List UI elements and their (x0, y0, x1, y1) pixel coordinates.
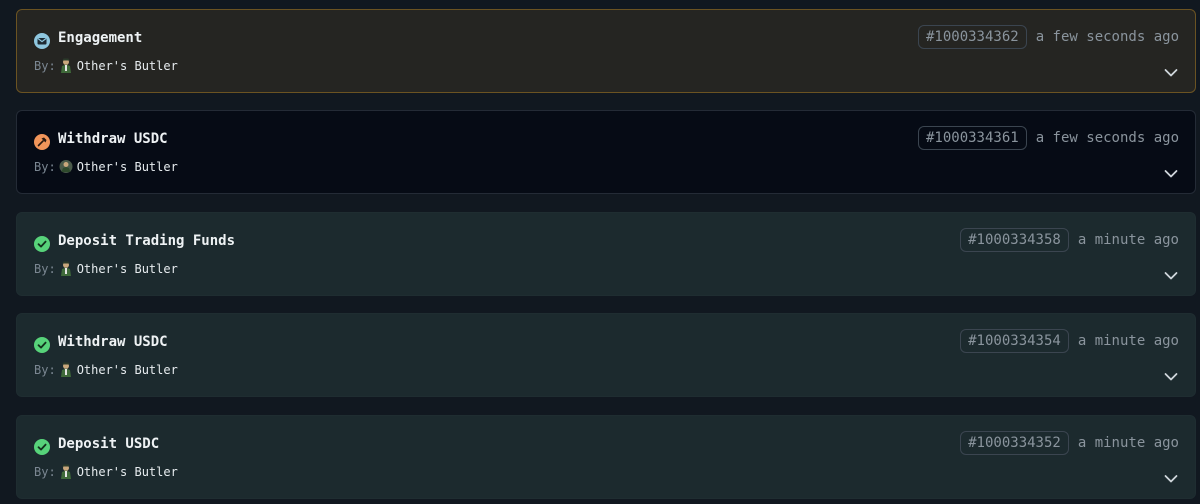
transaction-meta: #1000334352 a minute ago (960, 431, 1179, 455)
by-label: By: (34, 261, 56, 276)
transaction-id-badge[interactable]: #1000334354 (960, 329, 1069, 353)
transaction-id-badge[interactable]: #1000334361 (917, 126, 1027, 150)
transaction-title: Deposit Trading Funds (58, 233, 236, 249)
author-name[interactable]: Other's Butler (77, 262, 178, 276)
transaction-meta: #1000334354 a minute ago (960, 329, 1179, 353)
by-label: By: (34, 362, 56, 377)
by-label: By: (34, 159, 56, 174)
transaction-time: a minute ago (1077, 435, 1179, 451)
author-row: By: Other's Butler (34, 159, 178, 174)
transaction-meta: #1000334361 a few seconds ago (917, 126, 1179, 150)
transaction-title: Deposit USDC (58, 436, 160, 452)
chevron-down-icon[interactable] (1164, 469, 1178, 483)
transaction-list: Engagement By: Other's Butler #100033436… (0, 0, 1200, 504)
author-name[interactable]: Other's Butler (77, 363, 178, 377)
transaction-meta: #1000334358 a minute ago (960, 228, 1179, 252)
transaction-title: Withdraw USDC (58, 131, 168, 147)
author-name[interactable]: Other's Butler (77, 465, 178, 479)
chevron-down-icon[interactable] (1164, 266, 1178, 280)
butler-avatar-icon (59, 58, 73, 73)
transaction-card[interactable]: Engagement By: Other's Butler #100033436… (16, 9, 1196, 93)
author-name[interactable]: Other's Butler (77, 160, 178, 174)
butler-avatar-icon (59, 464, 73, 479)
transaction-time: a few seconds ago (1035, 29, 1179, 45)
author-row: By: Other's Butler (34, 58, 178, 73)
envelope-icon (34, 33, 50, 49)
transaction-meta: #1000334362 a few seconds ago (917, 25, 1179, 49)
chevron-down-icon[interactable] (1164, 367, 1178, 381)
transaction-time: a minute ago (1077, 333, 1179, 349)
by-label: By: (34, 58, 56, 73)
author-row: By: Other's Butler (34, 261, 178, 276)
transaction-card[interactable]: Withdraw USDC By: Other's Butler #100033… (16, 313, 1196, 397)
transaction-time: a minute ago (1077, 232, 1179, 248)
chevron-down-icon[interactable] (1164, 164, 1178, 178)
transaction-title: Engagement (58, 30, 143, 46)
transaction-card[interactable]: Withdraw USDC By: Other's Butler #100033… (16, 110, 1196, 194)
transaction-time: a few seconds ago (1035, 130, 1179, 146)
author-name[interactable]: Other's Butler (77, 59, 178, 73)
by-label: By: (34, 464, 56, 479)
transaction-card[interactable]: Deposit USDC By: Other's Butler #1000334… (16, 415, 1196, 499)
check-circle-icon (34, 439, 50, 455)
check-circle-icon (34, 337, 50, 353)
chevron-down-icon[interactable] (1164, 63, 1178, 77)
butler-avatar-icon (59, 261, 73, 276)
hammer-icon (34, 134, 50, 150)
transaction-id-badge[interactable]: #1000334352 (960, 431, 1069, 455)
transaction-id-badge[interactable]: #1000334358 (960, 228, 1069, 252)
butler-avatar-icon (59, 362, 73, 377)
transaction-card[interactable]: Deposit Trading Funds By: Other's Butler… (16, 212, 1196, 296)
transaction-title: Withdraw USDC (58, 334, 168, 350)
author-row: By: Other's Butler (34, 362, 178, 377)
check-circle-icon (34, 236, 50, 252)
butler-avatar-icon (59, 159, 73, 174)
transaction-id-badge[interactable]: #1000334362 (917, 25, 1027, 49)
author-row: By: Other's Butler (34, 464, 178, 479)
